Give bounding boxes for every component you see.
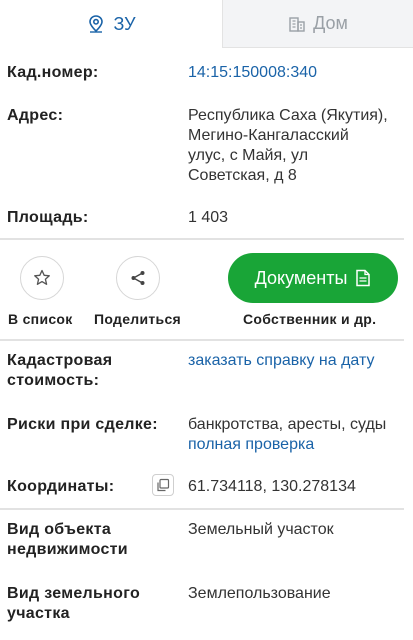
object-type-label-line: Вид объекта [7,521,112,538]
building-icon [289,16,305,32]
share-button[interactable] [116,256,160,300]
copy-icon [157,478,170,492]
share-icon [131,271,145,285]
cad-cost-label-line: Кадастровая [7,352,113,369]
share-label: Поделиться [94,311,182,327]
object-type-label-line: недвижимости [7,541,128,558]
divider [0,508,404,510]
star-icon [34,269,50,285]
address-value: Республика Саха (Якутия), Мегино-Кангала… [188,106,408,186]
divider [0,339,404,341]
area-value: 1 403 [188,209,229,226]
coords-value: 61.734118, 130.278134 [188,478,356,495]
address-line: Мегино-Кангаласский [188,127,349,144]
cad-cost-label: Кадастровая стоимость: [7,351,112,391]
tab-land-plot[interactable]: ЗУ [0,0,222,48]
address-line: Советская, д 8 [188,167,297,184]
location-pin-icon [89,15,104,33]
tab-house[interactable]: Дом [222,0,413,48]
risks-label: Риски при сделке: [7,416,158,433]
documents-button-label: Документы [254,267,348,288]
risks-text: банкротства, аресты, суды [188,416,387,433]
cad-cost-label-line: стоимость: [7,372,100,389]
address-line: Республика Саха (Якутия), [188,107,388,124]
object-type-value: Земельный участок [188,521,334,538]
divider [0,238,404,240]
land-type-label-line: Вид земельного [7,585,141,602]
land-type-value: Землепользование [188,585,331,602]
tab-house-label: Дом [313,13,348,33]
address-label: Адрес: [7,107,64,124]
documents-button[interactable]: Документы [228,253,398,303]
document-icon [356,269,371,287]
owner-link[interactable]: Собственник и др. [243,311,376,327]
add-to-list-button[interactable] [20,256,64,300]
full-check-link[interactable]: полная проверка [188,435,408,455]
tab-bar: ЗУ Дом [0,0,413,48]
coords-label: Координаты: [7,478,115,495]
cad-number-link[interactable]: 14:15:150008:340 [188,63,408,83]
area-label: Площадь: [7,209,89,226]
cad-number-label: Кад.номер: [7,64,99,81]
object-type-label: Вид объекта недвижимости [7,520,128,560]
land-type-label: Вид земельного участка [7,584,140,624]
address-line: улус, с Майя, ул [188,147,309,164]
risks-value: банкротства, аресты, суды полная проверк… [188,415,408,455]
order-certificate-link[interactable]: заказать справку на дату [188,351,408,371]
tab-land-plot-label: ЗУ [113,13,136,34]
add-to-list-label: В список [8,311,73,327]
land-type-label-line: участка [7,605,70,622]
copy-coords-button[interactable] [152,474,174,496]
